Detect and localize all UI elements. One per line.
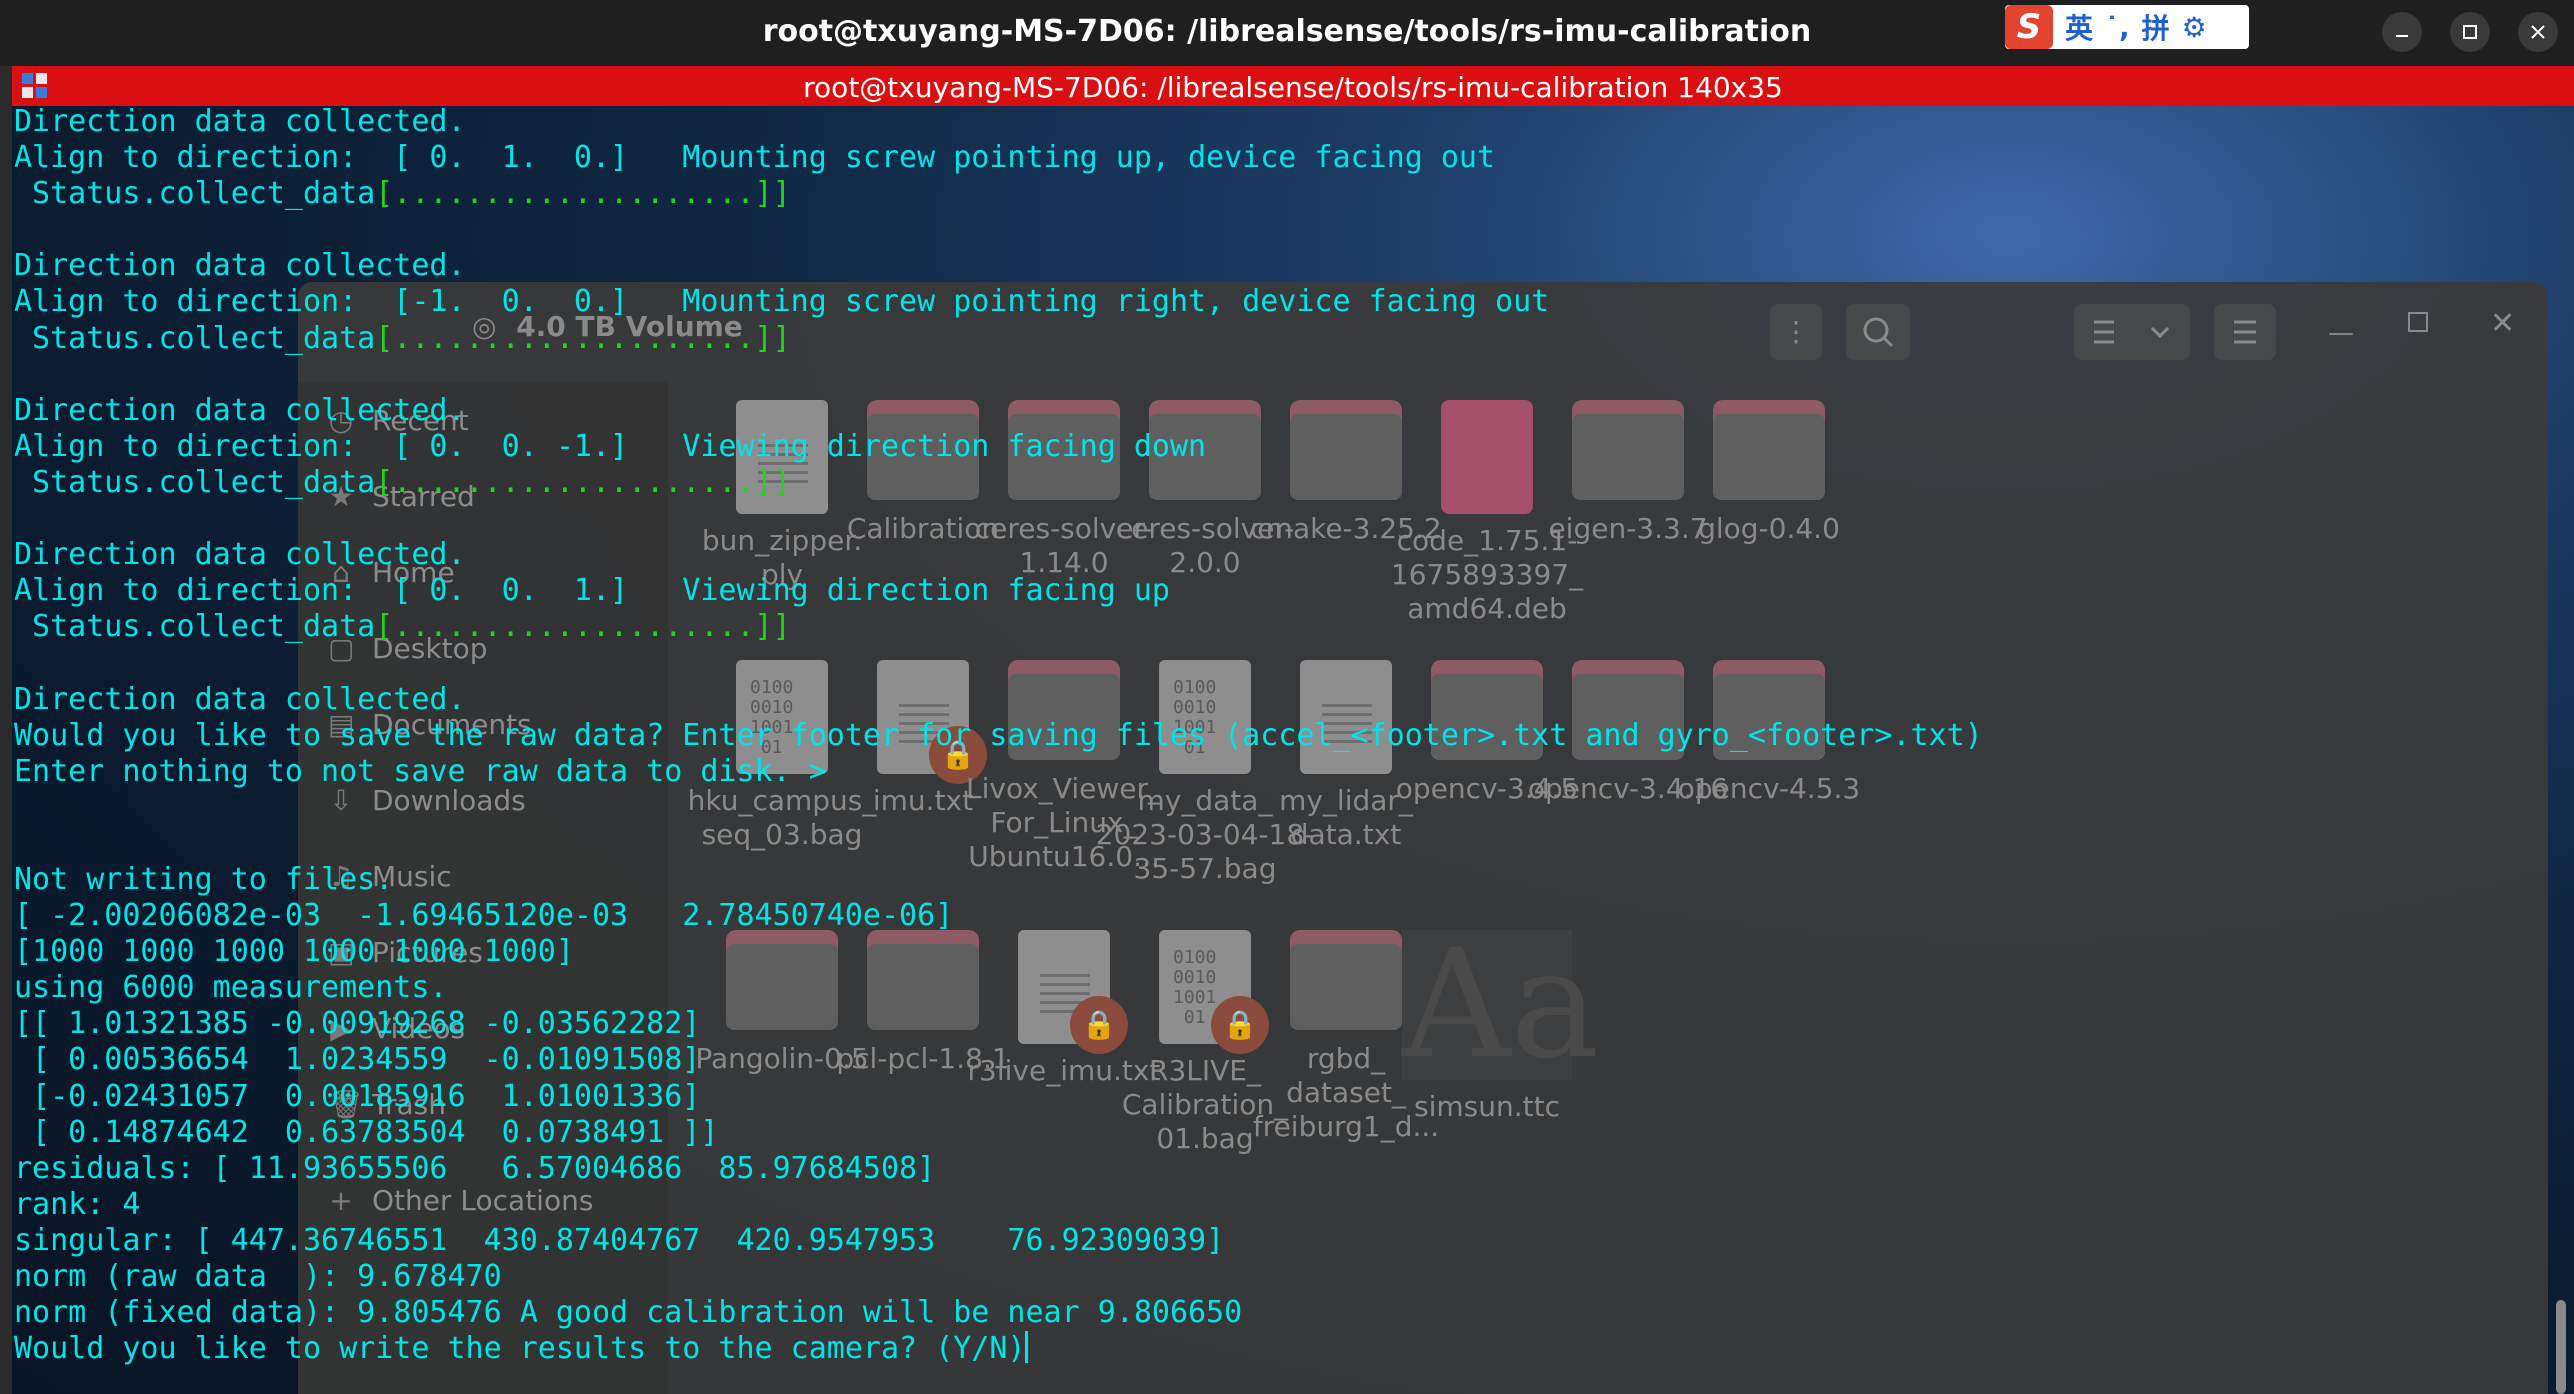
terminal-line: Direction data collected. bbox=[14, 392, 466, 428]
terminal-tab-header[interactable]: root@txuyang-MS-7D06: /librealsense/tool… bbox=[12, 66, 2574, 106]
maximize-icon bbox=[2463, 25, 2477, 39]
terminal-line: Direction data collected. bbox=[14, 681, 466, 717]
close-button[interactable] bbox=[2518, 12, 2558, 52]
terminal-line: residuals: [ 11.93655506 6.57004686 85.9… bbox=[14, 1150, 936, 1186]
terminal-line: Would you like to save the raw data? Ent… bbox=[14, 717, 1983, 753]
terminal-line: using 6000 measurements. bbox=[14, 970, 448, 1006]
status-label: Status.collect_data bbox=[14, 320, 376, 356]
view-toggle-button[interactable] bbox=[2074, 304, 2190, 360]
minimize-icon bbox=[2396, 35, 2408, 37]
terminal-line: [ 0.00536654 1.0234559 -0.01091508] bbox=[14, 1042, 701, 1078]
ime-punctuation-toggle[interactable]: ˙, bbox=[2105, 11, 2130, 44]
window-titlebar[interactable]: root@txuyang-MS-7D06: /librealsense/tool… bbox=[0, 0, 2574, 66]
minimize-button[interactable] bbox=[2382, 12, 2422, 52]
terminal-line: [ 0.14874642 0.63783504 0.0738491 ]] bbox=[14, 1114, 719, 1150]
close-icon bbox=[2531, 25, 2545, 39]
sogou-logo-icon[interactable]: S bbox=[2005, 5, 2053, 49]
terminal-line: [-0.02431057 0.00185916 1.01001336] bbox=[14, 1078, 701, 1114]
terminal-line: Align to direction: [ 0. 0. -1.] Viewing… bbox=[14, 428, 1207, 464]
progress-bar-text: [....................]] bbox=[375, 464, 791, 500]
terminal-line: Status.collect_data[....................… bbox=[14, 176, 1983, 212]
terminal-line: [[ 1.01321385 -0.00919268 -0.03562282] bbox=[14, 1006, 701, 1042]
list-view-icon bbox=[2094, 320, 2170, 344]
maximize-button[interactable] bbox=[2450, 12, 2490, 52]
terminal-line: norm (fixed data): 9.805476 A good calib… bbox=[14, 1295, 1243, 1331]
terminal-line: Direction data collected. bbox=[14, 248, 466, 284]
hamburger-menu-icon bbox=[2234, 320, 2256, 344]
progress-bar-text: [....................]] bbox=[375, 320, 791, 356]
terminal-line: Enter nothing to not save raw data to di… bbox=[14, 753, 827, 789]
terminal-line: Align to direction: [-1. 0. 0.] Mounting… bbox=[14, 284, 1550, 320]
terminal-tab-title: root@txuyang-MS-7D06: /librealsense/tool… bbox=[803, 71, 1783, 104]
terminal-line: Status.collect_data[....................… bbox=[14, 609, 1983, 645]
terminal-line: rank: 4 bbox=[14, 1186, 141, 1222]
input-method-toolbar[interactable]: S 英 ˙, 拼 ⚙ bbox=[2005, 5, 2249, 49]
status-label: Status.collect_data bbox=[14, 609, 376, 645]
fm-close-icon[interactable]: ✕ bbox=[2490, 306, 2515, 341]
terminal-line: norm (raw data ): 9.678470 bbox=[14, 1259, 502, 1294]
terminal-scrollbar[interactable] bbox=[2556, 1300, 2566, 1394]
terminal-line: [1000 1000 1000 1000 1000 1000] bbox=[14, 934, 574, 970]
terminal-line: Would you like to write the results to t… bbox=[14, 1331, 1983, 1367]
progress-bar-text: [....................]] bbox=[375, 176, 791, 212]
terminal-line: Status.collect_data[....................… bbox=[14, 465, 1983, 501]
terminal-line: Align to direction: [ 0. 0. 1.] Viewing … bbox=[14, 573, 1170, 609]
terminal-line: Direction data collected. bbox=[14, 104, 466, 139]
status-label: Status.collect_data bbox=[14, 176, 376, 212]
terminal-line: Status.collect_data[....................… bbox=[14, 321, 1983, 357]
terminal-line: Not writing to files. bbox=[14, 861, 394, 897]
fm-maximize-icon[interactable] bbox=[2408, 312, 2428, 332]
terminal-output[interactable]: Direction data collected. Align to direct… bbox=[14, 104, 1983, 1367]
fm-minimize-icon[interactable]: — bbox=[2328, 318, 2354, 348]
ime-pinyin-toggle[interactable]: 拼 bbox=[2142, 7, 2170, 47]
ime-settings-icon[interactable]: ⚙ bbox=[2182, 11, 2207, 44]
ime-english-toggle[interactable]: 英 bbox=[2065, 7, 2093, 47]
terminal-line: [ -2.00206082e-03 -1.69465120e-03 2.7845… bbox=[14, 898, 954, 934]
terminal-line: Direction data collected. bbox=[14, 537, 466, 573]
status-label: Status.collect_data bbox=[14, 464, 376, 500]
terminal-line: Align to direction: [ 0. 1. 0.] Mounting… bbox=[14, 140, 1496, 176]
terminal-cursor bbox=[1025, 1331, 1029, 1364]
window-left-edge bbox=[0, 66, 12, 1394]
terminal-line: singular: [ 447.36746551 430.87404767 42… bbox=[14, 1222, 1225, 1258]
hamburger-menu-button[interactable] bbox=[2214, 304, 2276, 360]
progress-bar-text: [....................]] bbox=[375, 609, 791, 645]
